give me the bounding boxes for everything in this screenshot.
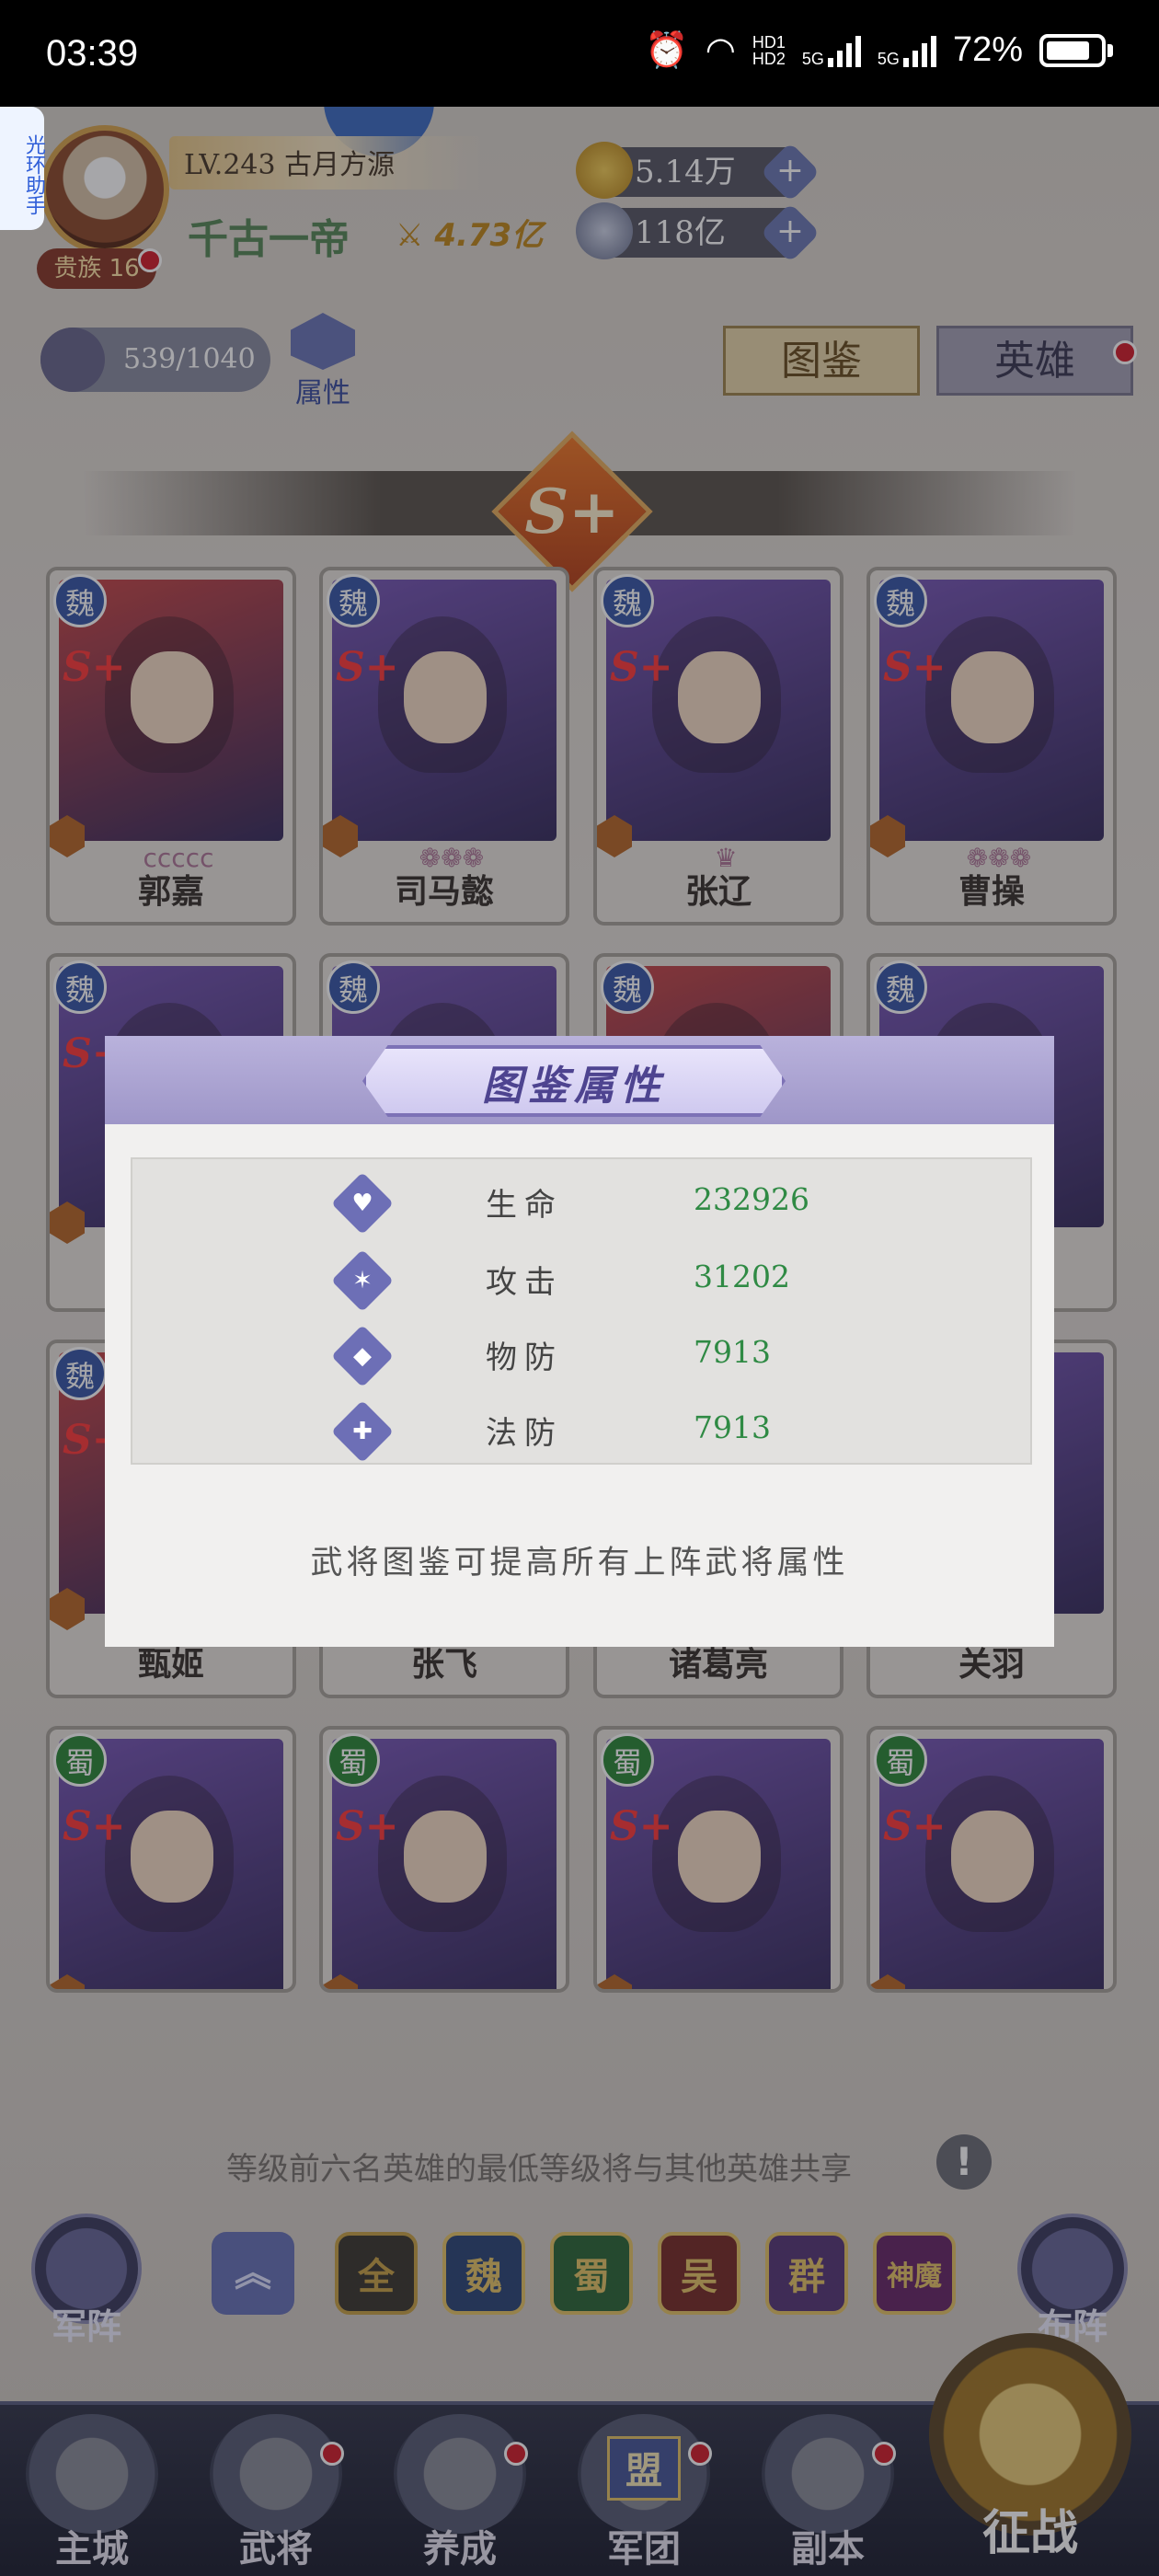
stat-row-phys-def: ◆ 物防 7913 bbox=[132, 1316, 1034, 1393]
signal-2: 5G bbox=[878, 34, 936, 67]
signal-bars-icon bbox=[902, 34, 936, 67]
heart-icon: ♥ bbox=[331, 1172, 394, 1235]
signal-bars-icon bbox=[827, 34, 861, 67]
shield-icon: ◆ bbox=[331, 1325, 394, 1387]
dialog-note: 武将图鉴可提高所有上阵武将属性 bbox=[310, 1545, 849, 1581]
battery-percent: 72% bbox=[952, 30, 1023, 69]
dialog-body: ♥ 生命 232926 ✶ 攻击 31202 ◆ 物防 7913 ✚ 法防 79… bbox=[105, 1124, 1054, 1647]
status-icons: ⏰ ◠ HD1 HD2 5G 5G 72% bbox=[645, 29, 1113, 71]
stat-row-magic-def: ✚ 法防 7913 bbox=[132, 1391, 1034, 1468]
stat-row-attack: ✶ 攻击 31202 bbox=[132, 1240, 1034, 1317]
magic-shield-icon: ✚ bbox=[331, 1400, 394, 1463]
dialog-title: 图鉴属性 bbox=[482, 1063, 666, 1110]
stats-panel: ♥ 生命 232926 ✶ 攻击 31202 ◆ 物防 7913 ✚ 法防 79… bbox=[131, 1157, 1032, 1465]
collection-attribute-dialog: 图鉴属性 ♥ 生命 232926 ✶ 攻击 31202 ◆ 物防 7913 ✚ … bbox=[105, 1036, 1054, 1647]
assistant-tab[interactable]: 光环助手 bbox=[0, 107, 45, 230]
battery-icon bbox=[1039, 33, 1106, 67]
status-bar: 03:39 ⏰ ◠ HD1 HD2 5G 5G 72% bbox=[0, 0, 1159, 107]
alarm-icon: ⏰ bbox=[645, 30, 689, 70]
hd-badge: HD1 HD2 bbox=[752, 32, 786, 68]
wifi-icon: ◠ bbox=[705, 31, 736, 70]
stat-row-hp: ♥ 生命 232926 bbox=[132, 1163, 1034, 1240]
attack-icon: ✶ bbox=[331, 1249, 394, 1312]
clock: 03:39 bbox=[46, 33, 139, 74]
signal-1: 5G bbox=[802, 34, 861, 67]
